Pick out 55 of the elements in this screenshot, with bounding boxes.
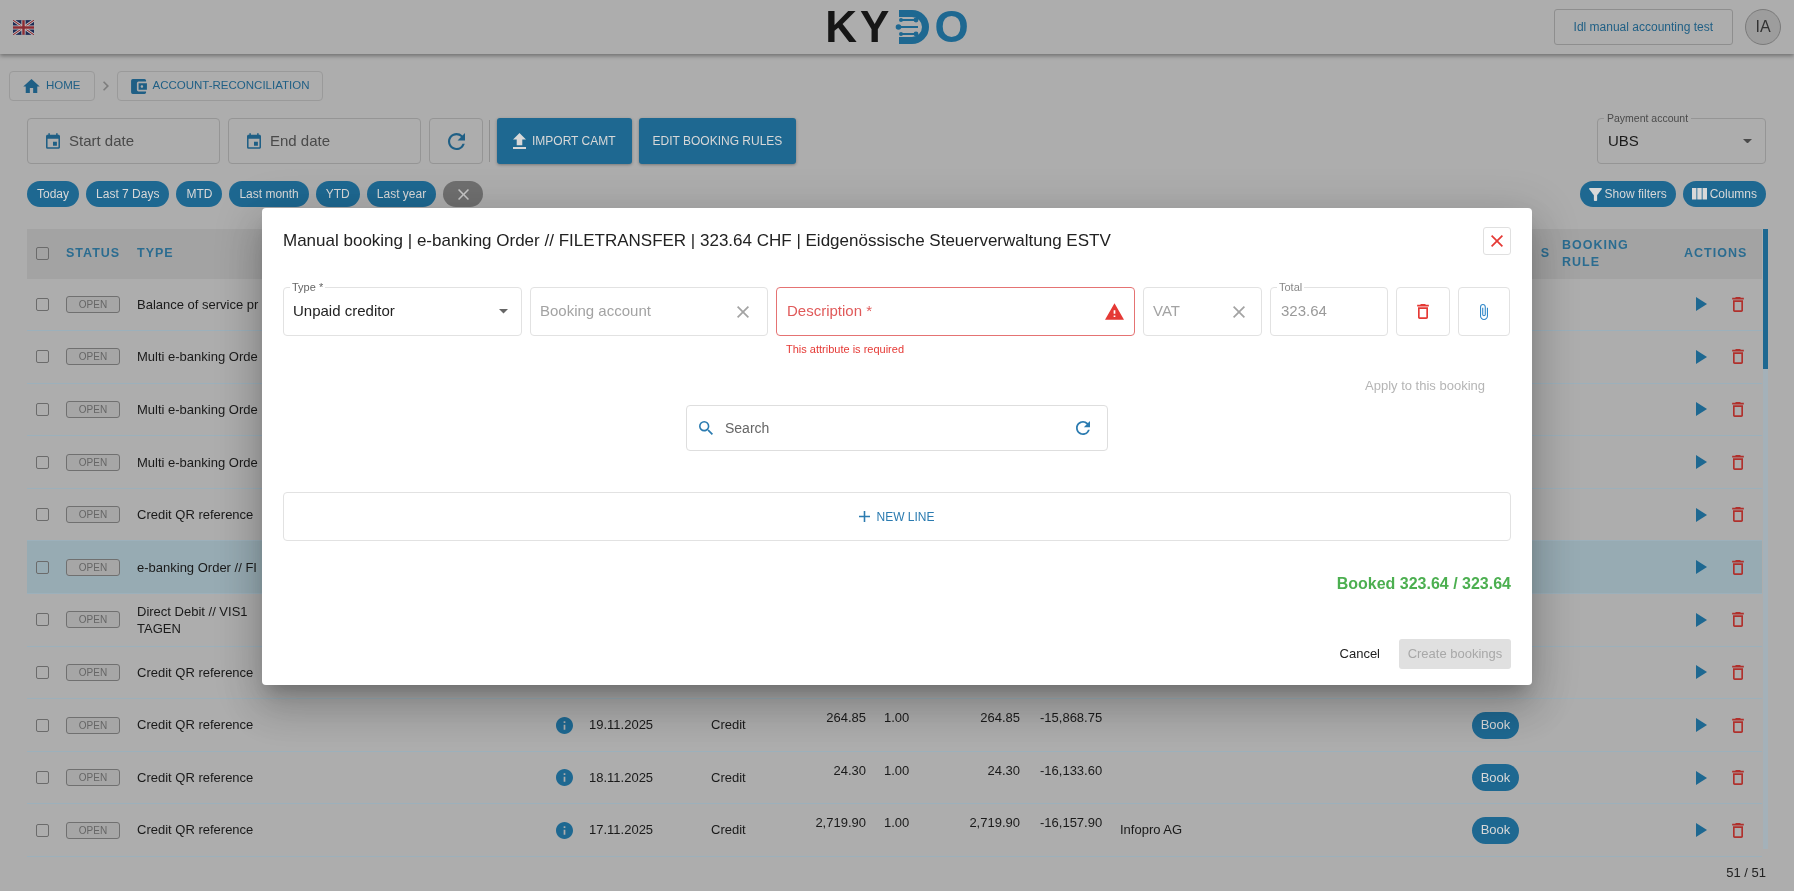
transaction-type-text: Credit QR reference [137,768,254,787]
transaction-type-text: Direct Debit // VIS1 TAGEN [137,602,248,637]
entry-type-text: Credit [711,716,746,735]
status-badge: OPEN [66,295,120,313]
status-badge: OPEN [66,401,120,418]
status-badge: OPEN [66,348,120,366]
rate-text: 1.00 [884,709,910,728]
name-text: Infopro AG [1120,821,1183,840]
field-label: Type * [290,280,326,294]
transaction-type-text: Credit QR reference [137,716,254,735]
column-header: BOOKING RULE [1562,236,1630,271]
status-badge: OPEN [66,611,120,629]
status-badge: OPEN [66,716,120,734]
transaction-type-text: Credit QR reference [137,663,254,681]
status-badge: OPEN [66,663,120,681]
page-count: 51 / 51 [1726,864,1766,883]
transaction-type-text: Multi e-banking Orde [137,453,258,471]
entry-type-text: Credit [711,768,746,787]
balance-text: -16,157.90 [1040,814,1103,833]
transaction-type-text: e-banking Order // FI [137,558,257,576]
transaction-type-text: Balance of service pr [137,295,259,313]
transaction-type-text: Multi e-banking Orde [137,401,258,418]
transaction-type-text: Multi e-banking Orde [137,348,258,366]
date-text: 17.11.2025 [589,821,654,840]
column-header: ACTIONS [1684,245,1748,262]
logo-letters: O [934,5,969,49]
status-badge: OPEN [66,769,120,787]
logo-letters: KY [825,5,893,49]
status-badge: OPEN [66,453,120,471]
dialog-title: Manual booking | e-banking Order // FILETRANSFER | 323.64 CHF | Eidgenössische Steuerverwaltung ESTV [283,230,1111,253]
transaction-type-text: Credit QR reference [137,506,254,524]
amount-text: 264.85 [826,709,866,728]
error-message: This attribute is required [786,342,905,356]
booked-total: Booked 323.64 / 323.64 [1336,574,1511,594]
column-header: TYPE [137,245,174,262]
transaction-type-text: Credit QR reference [137,821,254,840]
field-label: Total [1277,280,1305,294]
amount-text: 24.30 [833,761,866,780]
status-badge: OPEN [66,821,120,839]
date-text: 18.11.2025 [589,768,654,787]
column-header: STATUS [66,245,121,262]
amount-text: 264.85 [980,709,1020,728]
balance-text: -15,868.75 [1040,709,1103,728]
entry-type-text: Credit [711,821,746,840]
date-text: 19.11.2025 [589,716,654,735]
rate-text: 1.00 [884,814,910,833]
balance-text: -16,133.60 [1040,761,1103,780]
status-badge: OPEN [66,506,120,524]
status-badge: OPEN [66,558,120,576]
column-header: S [1540,245,1550,262]
amount-text: 24.30 [987,761,1020,780]
amount-text: 2,719.90 [969,814,1020,833]
field-label: Payment account [1604,112,1692,124]
amount-text: 2,719.90 [815,814,866,833]
rate-text: 1.00 [884,761,910,780]
